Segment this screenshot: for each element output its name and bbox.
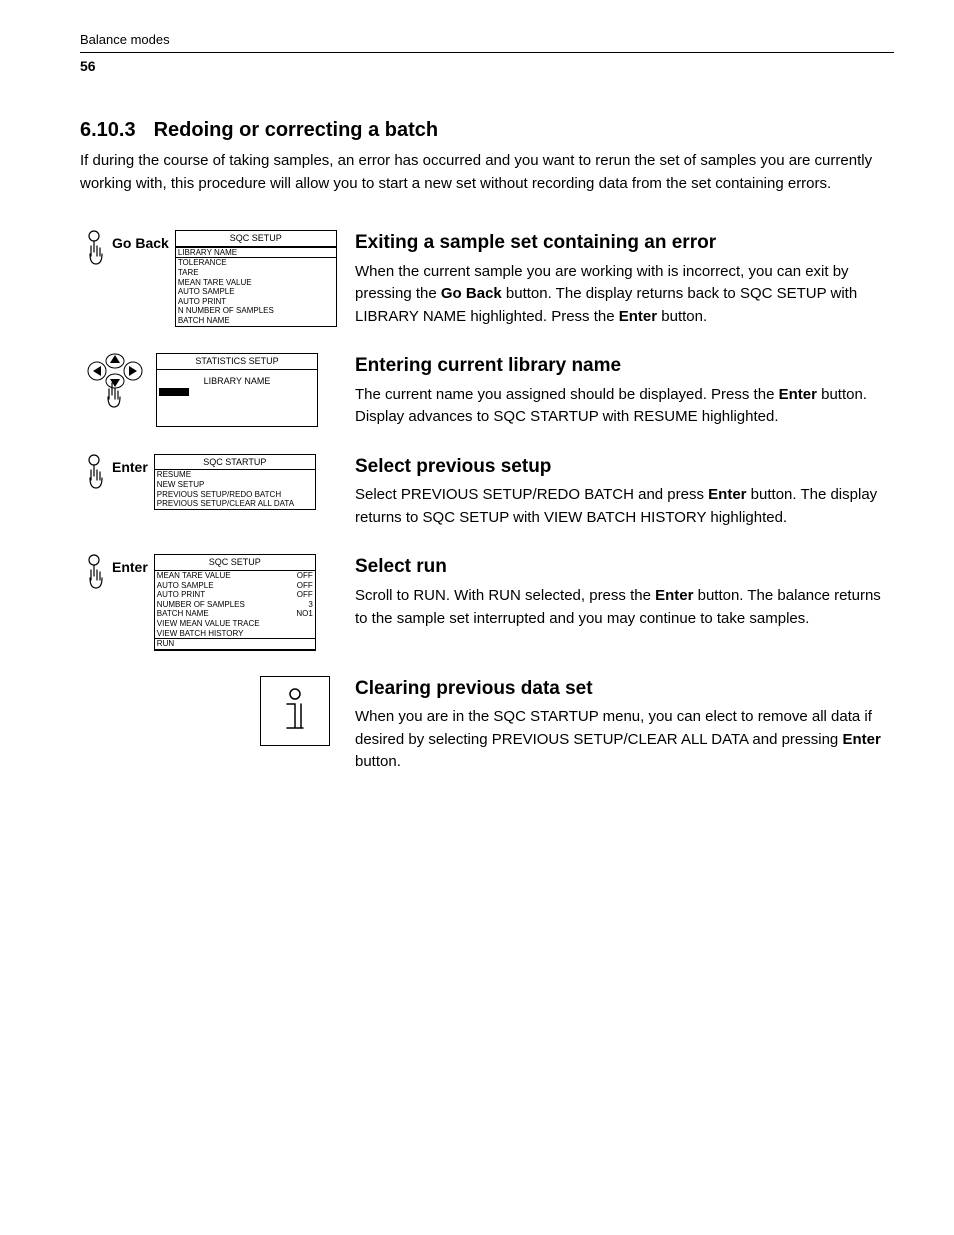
section-title: Redoing or correcting a batch xyxy=(154,119,438,141)
nav-arrows-icon xyxy=(83,353,147,423)
hand-label: Enter xyxy=(112,458,148,478)
hand-press-icon xyxy=(80,454,114,494)
hand-label: Enter xyxy=(112,558,148,578)
lcd-screen: SQC STARTUPRESUMENEW SETUPPREVIOUS SETUP… xyxy=(154,454,316,510)
step-body: When you are in the SQC STARTUP menu, yo… xyxy=(355,706,894,774)
step-body: Scroll to RUN. With RUN selected, press … xyxy=(355,585,894,630)
chapter-name: Balance modes xyxy=(80,32,170,47)
step-row: Enter SQC SETUPMEAN TARE VALUEOFFAUTO SA… xyxy=(80,554,894,650)
step-heading: Entering current library name xyxy=(355,353,894,380)
step-row: STATISTICS SETUPLIBRARY NAME Entering cu… xyxy=(80,353,894,429)
step-body: Select PREVIOUS SETUP/REDO BATCH and pre… xyxy=(355,484,894,529)
hand-label: Go Back xyxy=(112,234,169,254)
step-row: Go Back SQC SETUPLIBRARY NAMETOLERANCETA… xyxy=(80,230,894,328)
hand-press-icon xyxy=(80,230,114,270)
section-intro: If during the course of taking samples, … xyxy=(80,150,894,195)
step-body: When the current sample you are working … xyxy=(355,261,894,329)
info-icon xyxy=(275,686,315,736)
hand-press-icon xyxy=(80,554,114,594)
lcd-screen: STATISTICS SETUPLIBRARY NAME xyxy=(156,353,318,427)
nav-block xyxy=(80,353,150,423)
lcd-screen: SQC SETUPMEAN TARE VALUEOFFAUTO SAMPLEOF… xyxy=(154,554,316,650)
section-number: 6.10.3 xyxy=(80,116,136,144)
lcd-screen: SQC SETUPLIBRARY NAMETOLERANCETAREMEAN T… xyxy=(175,230,337,326)
step-row: Clearing previous data set When you are … xyxy=(80,676,894,774)
step-row: Enter SQC STARTUPRESUMENEW SETUPPREVIOUS… xyxy=(80,454,894,530)
step-heading: Exiting a sample set containing an error xyxy=(355,230,894,257)
step-heading: Select previous setup xyxy=(355,454,894,481)
page-number: 56 xyxy=(80,57,894,77)
step-heading: Select run xyxy=(355,554,894,581)
header-line: Balance modes xyxy=(80,30,894,53)
step-body: The current name you assigned should be … xyxy=(355,384,894,429)
step-heading: Clearing previous data set xyxy=(355,676,894,703)
info-box xyxy=(260,676,330,746)
section-heading: 6.10.3 Redoing or correcting a batch xyxy=(80,116,894,144)
